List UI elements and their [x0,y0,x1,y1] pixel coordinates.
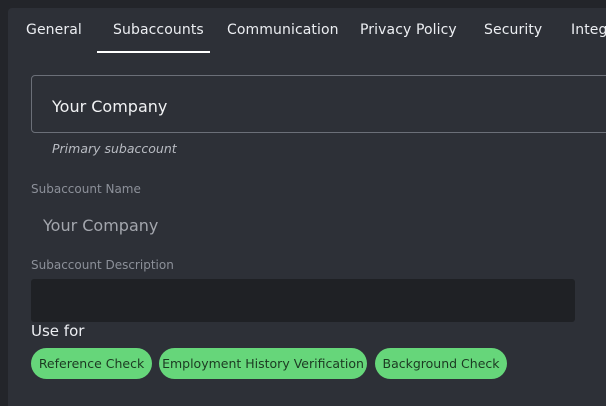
tab-privacy-policy[interactable]: Privacy Policy [360,22,457,38]
use-for-label: Use for [31,322,85,340]
chip-background-check[interactable]: Background Check [375,348,507,379]
settings-tabs: General Subaccounts Communication Privac… [8,8,606,54]
subaccount-description-label: Subaccount Description [31,258,174,272]
chip-reference-check[interactable]: Reference Check [31,348,152,379]
tab-subaccounts[interactable]: Subaccounts [113,22,204,38]
tab-general[interactable]: General [26,22,82,38]
subaccount-name-field[interactable]: Your Company [43,216,158,235]
subaccount-description-field[interactable] [31,279,575,322]
tab-integrations[interactable]: Integ [571,22,606,38]
tab-communication[interactable]: Communication [227,22,339,38]
tab-security[interactable]: Security [484,22,542,38]
settings-panel: General Subaccounts Communication Privac… [8,8,606,406]
subaccount-card-name: Your Company [52,97,168,116]
subaccount-name-label: Subaccount Name [31,182,141,196]
subaccount-card[interactable]: Your Company [31,75,606,133]
chip-employment-history-verification[interactable]: Employment History Verification [159,348,367,379]
primary-subaccount-caption: Primary subaccount [52,141,177,156]
active-tab-indicator [97,51,210,53]
